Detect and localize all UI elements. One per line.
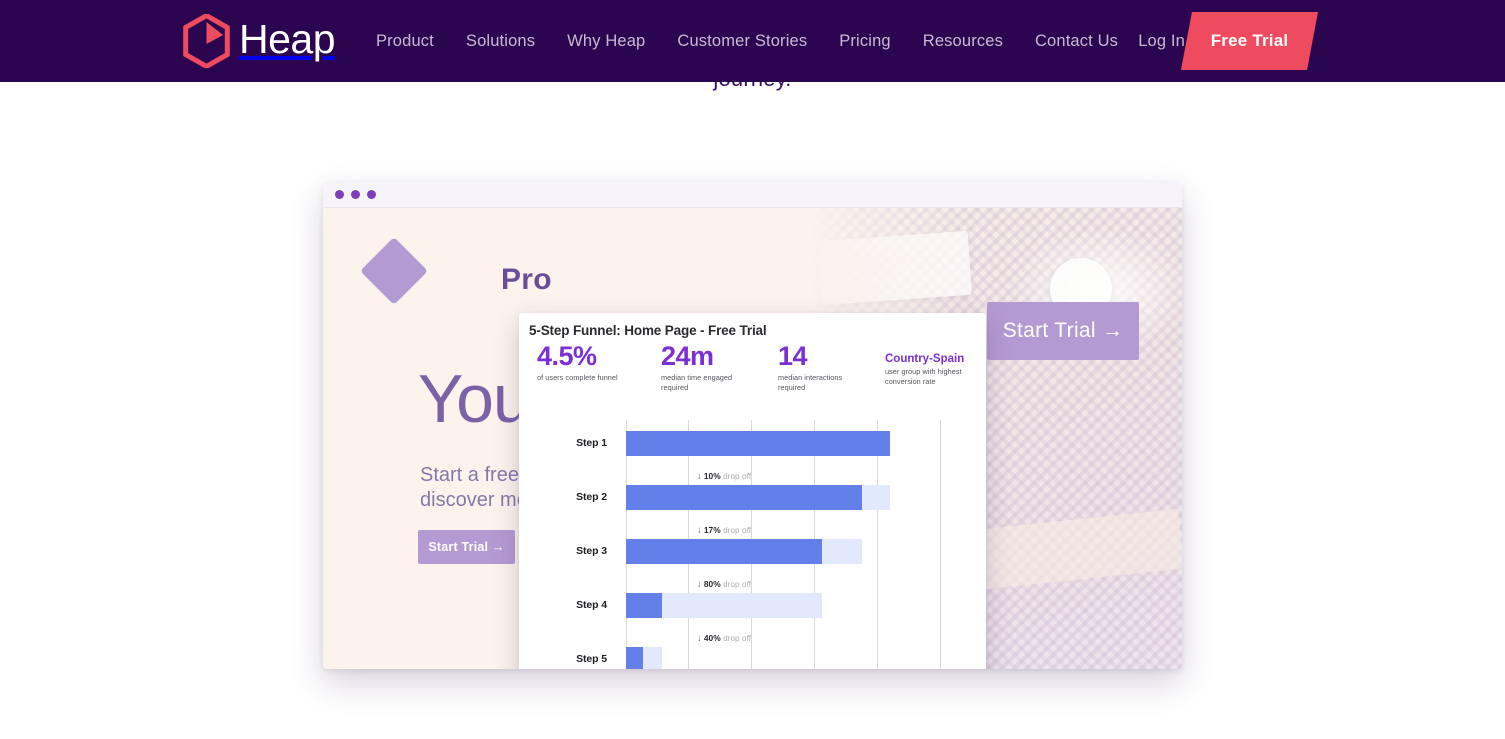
kpi-median-interactions: 14 median interactions required (778, 342, 863, 393)
window-dot-minimize-icon[interactable] (351, 190, 360, 199)
kpi-label: of users complete funnel (537, 372, 618, 382)
kpi-top-user-group: Country-Spain user group with highest co… (885, 342, 986, 387)
site-header: Heap Product Solutions Why Heap Customer… (0, 0, 1505, 82)
nav-item-pricing[interactable]: Pricing (823, 22, 907, 61)
kpi-row: 4.5% of users complete funnel 24m median… (528, 342, 986, 393)
step-label: Step 5 (576, 653, 607, 665)
bar-track (626, 485, 890, 510)
step-label: Step 1 (576, 437, 607, 449)
nav-item-resources[interactable]: Resources (907, 22, 1019, 61)
photo-notebook (817, 230, 973, 306)
free-trial-button[interactable]: Free Trial (1181, 12, 1318, 70)
bar-fill (626, 431, 890, 456)
nav-item-solutions[interactable]: Solutions (450, 22, 551, 61)
brand-name: Heap (239, 16, 336, 62)
kpi-value: 24m (661, 341, 714, 371)
heap-hexagon-logo-icon (183, 12, 230, 70)
bar-fill (626, 539, 822, 564)
browser-window-mockup: Pro Your Start a free discover mo Start … (323, 182, 1182, 669)
funnel-row-step-4[interactable]: Step 4 (519, 588, 986, 623)
decorative-diamond-icon (360, 237, 428, 305)
nav-item-product[interactable]: Product (360, 22, 450, 61)
nav-item-customer-stories[interactable]: Customer Stories (661, 22, 823, 61)
kpi-value: 14 (778, 341, 808, 371)
brand-logo-link[interactable]: Heap (183, 11, 336, 71)
kpi-label: median time engaged required (661, 372, 733, 392)
mock-subcopy: Start a free discover mo (420, 464, 528, 512)
mock-start-trial-large-button[interactable]: Start Trial → (987, 302, 1139, 360)
funnel-card-title: 5-Step Funnel: Home Page - Free Trial (529, 323, 767, 338)
step-label: Step 4 (576, 599, 607, 611)
bar-track (626, 647, 662, 669)
window-dot-close-icon[interactable] (335, 190, 344, 199)
funnel-row-step-3[interactable]: Step 3 (519, 534, 986, 569)
funnel-row-step-2[interactable]: Step 2 (519, 480, 986, 515)
funnel-analytics-card: 5-Step Funnel: Home Page - Free Trial 4.… (519, 313, 986, 669)
bar-fill (626, 593, 662, 618)
kpi-value: 4.5% (537, 341, 597, 371)
nav-item-why-heap[interactable]: Why Heap (551, 22, 661, 61)
kpi-label: median interactions required (778, 372, 843, 392)
funnel-row-step-5[interactable]: Step 5 (519, 642, 986, 669)
bar-track (626, 539, 862, 564)
funnel-row-step-1[interactable]: Step 1 (519, 426, 986, 461)
kpi-conversion-rate: 4.5% of users complete funnel (537, 342, 652, 383)
kpi-value: Country-Spain (885, 353, 965, 365)
login-link[interactable]: Log In (1138, 0, 1185, 82)
page-body: journey. Pro Your Start a free discover … (0, 82, 1505, 739)
bar-fill (626, 485, 862, 510)
step-label: Step 3 (576, 545, 607, 557)
bar-fill (626, 647, 643, 669)
mock-logo-word: Pro (501, 263, 552, 296)
mock-start-trial-small-button[interactable]: Start Trial → (418, 530, 515, 564)
tagline-text: journey. (0, 82, 1505, 92)
browser-titlebar (323, 182, 1182, 208)
funnel-bar-chart: Step 1 ↓ 10% drop off Step 2 ↓ 17% drop … (519, 420, 986, 669)
window-dot-maximize-icon[interactable] (367, 190, 376, 199)
step-label: Step 2 (576, 491, 607, 503)
bar-track (626, 431, 890, 456)
kpi-label: user group with highest conversion rate (885, 367, 962, 387)
bar-track (626, 593, 822, 618)
browser-viewport: Pro Your Start a free discover mo Start … (323, 208, 1182, 669)
kpi-median-time: 24m median time engaged required (661, 342, 756, 393)
main-nav: Product Solutions Why Heap Customer Stor… (360, 0, 1134, 82)
nav-item-contact-us[interactable]: Contact Us (1019, 22, 1134, 61)
